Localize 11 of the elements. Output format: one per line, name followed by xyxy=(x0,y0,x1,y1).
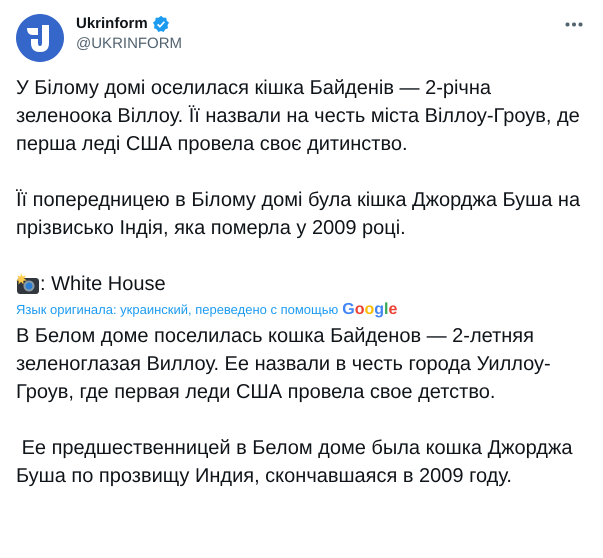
author-handle[interactable]: @UKRINFORM xyxy=(76,34,182,54)
more-options-icon[interactable] xyxy=(565,22,583,27)
avatar-logo[interactable] xyxy=(16,14,64,62)
tweet-paragraph: В Белом доме поселилась кошка Байденов — 2-летняя зеленоглазая Виллоу. Ее назвали в честь города Уиллоу-Гроув, где первая леди США провела свое детство. xyxy=(16,324,552,405)
google-logo: Google xyxy=(342,300,398,320)
tweet-paragraph: У Білому домі оселилася кішка Байденів — 2-річна зеленоока Віллоу. Її назвали на честь міста Віллоу-Гроув, де перша леді США провела своє дитинство. xyxy=(16,76,581,157)
author-name[interactable]: Ukrinform xyxy=(76,14,148,34)
tweet-paragraph: Ее предшественницей в Белом доме была кошка Джорджа Буша по прозвищу Индия, скончавшаяся в 2009 году. xyxy=(16,436,574,489)
camera-flash-icon xyxy=(16,273,40,295)
photo-credit: : White House xyxy=(40,272,166,297)
tweet-paragraph: Її попередницею в Білому домі була кішка Джорджа Буша на прізвисько Індія, яка померла у 2009 році. xyxy=(16,188,582,241)
